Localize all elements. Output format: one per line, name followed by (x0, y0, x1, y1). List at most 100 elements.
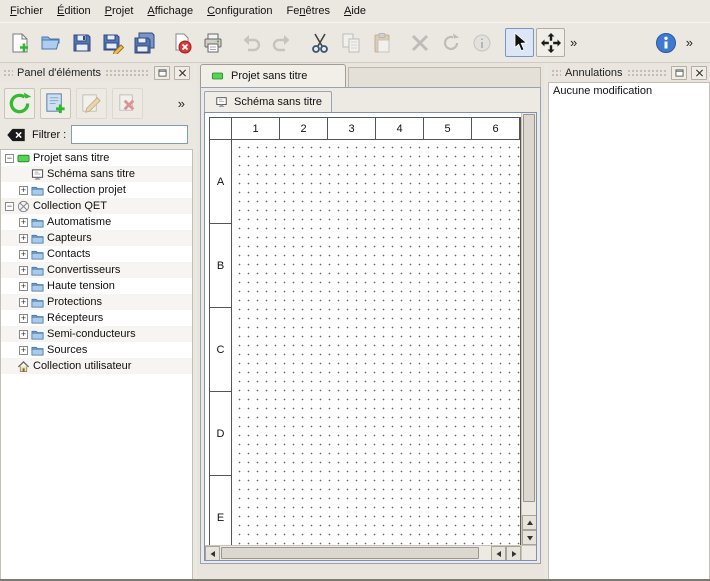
tree-item-haute-tension[interactable]: +Haute tension (1, 278, 192, 294)
edit-element-button[interactable] (76, 88, 107, 119)
float-dock-button[interactable] (154, 66, 170, 80)
toolbar-overflow-chevron[interactable]: » (567, 35, 580, 50)
row-header: A (210, 140, 231, 224)
tree-item-label: Projet sans titre (33, 152, 109, 164)
expand-toggle[interactable]: + (19, 186, 28, 195)
tree-item-capteurs[interactable]: +Capteurs (1, 230, 192, 246)
expand-toggle[interactable]: + (19, 314, 28, 323)
tree-item-automatisme[interactable]: +Automatisme (1, 214, 192, 230)
menu-item-fichier[interactable]: Fichier (3, 2, 50, 20)
panel-overflow-chevron[interactable]: » (175, 96, 188, 111)
tree-item-sources[interactable]: +Sources (1, 342, 192, 358)
tree-item-collection-utilisateur[interactable]: Collection utilisateur (1, 358, 192, 374)
schema-tab[interactable]: Schéma sans titre (204, 91, 332, 112)
float-dock-button[interactable] (671, 66, 687, 80)
scroll-left-end-button[interactable] (491, 546, 506, 561)
delete-element-button[interactable] (112, 88, 143, 119)
expand-toggle[interactable]: + (19, 234, 28, 243)
collapse-toggle[interactable]: − (5, 202, 14, 211)
save-all-button[interactable] (129, 28, 158, 57)
scroll-mode-button[interactable] (536, 28, 565, 57)
menu-item-aide[interactable]: Aide (337, 2, 373, 20)
scroll-up-button[interactable] (522, 515, 536, 530)
about-button[interactable] (652, 28, 681, 57)
tree-item-collection-qet[interactable]: −Collection QET (1, 198, 192, 214)
row-header: B (210, 224, 231, 308)
new-project-button[interactable] (5, 28, 34, 57)
selection-mode-button[interactable] (505, 28, 534, 57)
conductor-info-button[interactable] (467, 28, 496, 57)
horizontal-scrollbar[interactable] (205, 546, 521, 560)
cut-button[interactable] (305, 28, 334, 57)
scroll-left-button[interactable] (205, 546, 220, 561)
tree-item-recepteurs[interactable]: +Récepteurs (1, 310, 192, 326)
open-project-button[interactable] (36, 28, 65, 57)
new-element-button[interactable] (40, 88, 71, 119)
tree-item-projet-sans-titre[interactable]: − Projet sans titre (1, 150, 192, 166)
hscroll-thumb[interactable] (221, 547, 479, 559)
menu-item-configuration[interactable]: Configuration (200, 2, 279, 20)
expand-toggle[interactable]: + (19, 250, 28, 259)
expand-toggle[interactable]: + (19, 218, 28, 227)
menu-item-affichage[interactable]: Affichage (140, 2, 200, 20)
clear-filter-button[interactable] (5, 127, 27, 143)
filter-input[interactable] (71, 125, 188, 144)
reload-collections-button[interactable] (4, 88, 35, 119)
scroll-up-icon (526, 519, 534, 527)
undo-button[interactable] (236, 28, 265, 57)
scroll-left-icon (495, 550, 503, 558)
expand-toggle[interactable]: + (19, 266, 28, 275)
scroll-down-button[interactable] (522, 530, 536, 545)
tree-item-semi-conducteurs[interactable]: +Semi-conducteurs (1, 326, 192, 342)
redo-button[interactable] (267, 28, 296, 57)
vscroll-track[interactable] (522, 503, 536, 515)
expand-toggle[interactable]: + (19, 330, 28, 339)
menu-item-edition[interactable]: Édition (50, 2, 98, 20)
tree-item-collection-projet[interactable]: +Collection projet (1, 182, 192, 198)
project-tab[interactable]: Projet sans titre (200, 64, 346, 87)
dock-handle[interactable] (105, 69, 150, 77)
tree-item-contacts[interactable]: +Contacts (1, 246, 192, 262)
collapse-toggle[interactable]: − (5, 154, 14, 163)
mdi-background (200, 564, 541, 579)
close-file-button[interactable] (167, 28, 196, 57)
menu-item-fenetres[interactable]: Fenêtres (280, 2, 337, 20)
close-dock-button[interactable] (691, 66, 707, 80)
tree-item-label: Collection utilisateur (33, 360, 131, 372)
tree-item-schema-sans-titre[interactable]: Schéma sans titre (1, 166, 192, 182)
expand-toggle[interactable]: + (19, 298, 28, 307)
folder-icon (31, 344, 44, 357)
delete-button[interactable] (405, 28, 434, 57)
mdi-area: Projet sans titre Schéma sans titre (197, 63, 544, 579)
save-as-button[interactable] (98, 28, 127, 57)
tree-item-convertisseurs[interactable]: +Convertisseurs (1, 262, 192, 278)
move-icon (540, 32, 562, 54)
copy-button[interactable] (336, 28, 365, 57)
rotate-button[interactable] (436, 28, 465, 57)
vscroll-thumb[interactable] (523, 114, 535, 502)
toolbar-overflow-chevron[interactable]: » (683, 35, 696, 50)
expand-toggle[interactable]: + (19, 282, 28, 291)
tree-item-protections[interactable]: +Protections (1, 294, 192, 310)
diagram-canvas[interactable] (232, 140, 520, 545)
hscroll-track[interactable] (480, 546, 491, 560)
scroll-right-button[interactable] (506, 546, 521, 561)
undo-list-item[interactable]: Aucune modification (549, 83, 709, 99)
dock-handle[interactable] (551, 69, 561, 77)
dock-handle[interactable] (627, 69, 668, 77)
vertical-scrollbar[interactable] (521, 113, 536, 545)
home-icon (17, 360, 30, 373)
menu-item-projet[interactable]: Projet (98, 2, 141, 20)
diagram-paper: 123456 ABCDE (209, 117, 521, 545)
column-header: 1 (232, 118, 280, 139)
save-button[interactable] (67, 28, 96, 57)
paste-button[interactable] (367, 28, 396, 57)
expand-toggle[interactable]: + (19, 346, 28, 355)
close-dock-button[interactable] (174, 66, 190, 80)
redo-icon (271, 32, 293, 54)
dock-handle[interactable] (3, 69, 13, 77)
diagram-viewport[interactable]: 123456 ABCDE (205, 113, 521, 545)
close-file-icon (171, 32, 193, 54)
copy-icon (340, 32, 362, 54)
print-button[interactable] (198, 28, 227, 57)
